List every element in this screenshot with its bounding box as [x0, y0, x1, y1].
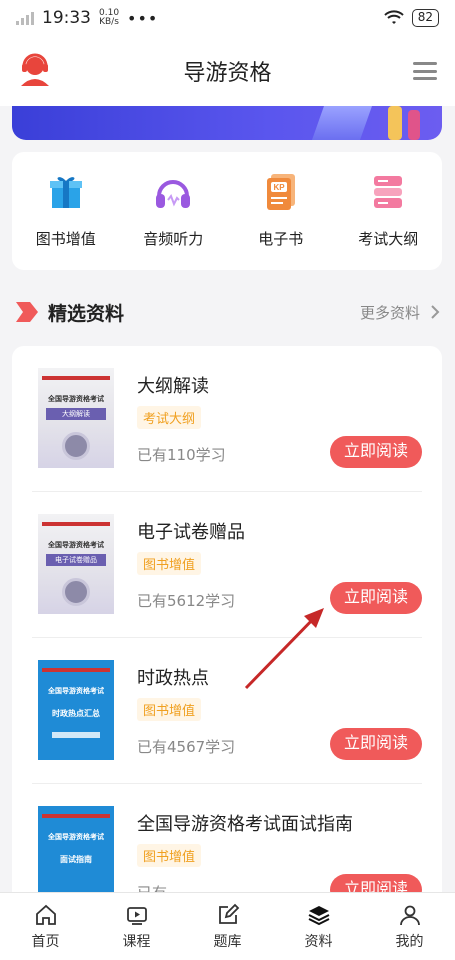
- materials-list: 全国导游资格考试 大纲解读 大纲解读 考试大纲 已有110学习 立即阅读 全国导…: [12, 346, 442, 906]
- tab-home[interactable]: 首页: [0, 893, 91, 960]
- section-title: 精选资料: [48, 302, 125, 325]
- status-bar: 19:33 0.10 KB/s ••• 82: [0, 0, 455, 36]
- banner-image[interactable]: [12, 106, 442, 140]
- item-title: 时政热点: [137, 668, 209, 689]
- read-now-button[interactable]: 立即阅读: [330, 728, 422, 760]
- item-title: 大纲解读: [137, 376, 209, 397]
- tab-profile[interactable]: 我的: [364, 893, 455, 960]
- category-grid: 图书增值 音频听力 KP 电子书 考试大纲: [12, 152, 442, 270]
- item-tag: 考试大纲: [137, 406, 202, 429]
- section-marker-icon: [16, 302, 38, 322]
- book-cover: 全国导游资格考试 大纲解读: [38, 368, 114, 468]
- item-tag: 图书增值: [137, 844, 202, 867]
- list-item[interactable]: 全国导游资格考试 面试指南 全国导游资格考试面试指南 图书增值 已有 立即阅读: [32, 784, 422, 906]
- learner-count: 已有5612学习: [137, 592, 236, 610]
- category-book-value[interactable]: 图书增值: [12, 152, 120, 270]
- item-title: 电子试卷赠品: [137, 522, 245, 543]
- read-now-button[interactable]: 立即阅读: [330, 582, 422, 614]
- headphones-icon: [156, 180, 191, 208]
- category-ebook[interactable]: KP 电子书: [227, 152, 335, 270]
- bottom-tab-bar: 首页 课程 题库 资料 我的: [0, 892, 455, 960]
- layers-icon: [308, 905, 329, 925]
- svg-text:KP: KP: [273, 183, 285, 192]
- item-tag: 图书增值: [137, 698, 202, 721]
- wifi-icon: [384, 10, 404, 24]
- section-header: 精选资料 更多资料: [16, 292, 440, 332]
- app-header: 导游资格: [0, 36, 455, 106]
- tab-courses[interactable]: 课程: [91, 893, 182, 960]
- learner-count: 已有4567学习: [137, 738, 236, 756]
- book-cover: 全国导游资格考试 面试指南: [38, 806, 114, 906]
- outline-icon: [374, 176, 403, 208]
- category-audio[interactable]: 音频听力: [120, 152, 228, 270]
- more-materials-link[interactable]: 更多资料: [360, 302, 440, 323]
- battery-indicator: 82: [411, 9, 439, 27]
- list-item[interactable]: 全国导游资格考试 大纲解读 大纲解读 考试大纲 已有110学习 立即阅读: [32, 346, 422, 492]
- customer-service-icon[interactable]: [18, 52, 52, 86]
- chevron-right-icon: [431, 305, 440, 319]
- ebook-icon: KP: [266, 174, 295, 210]
- network-speed: 0.10 KB/s: [99, 8, 120, 27]
- status-time: 19:33: [42, 8, 91, 28]
- learner-count: 已有110学习: [137, 446, 226, 464]
- more-dots: •••: [127, 8, 159, 28]
- user-icon: [399, 905, 420, 925]
- menu-icon[interactable]: [413, 62, 437, 80]
- page-title: 导游资格: [183, 61, 272, 86]
- signal-icon: [16, 11, 34, 25]
- list-item[interactable]: 全国导游资格考试 时政热点汇总 时政热点 图书增值 已有4567学习 立即阅读: [32, 638, 422, 784]
- item-tag: 图书增值: [137, 552, 202, 575]
- item-title: 全国导游资格考试面试指南: [137, 814, 353, 835]
- tab-materials[interactable]: 资料: [273, 893, 364, 960]
- home-icon: [35, 904, 56, 925]
- book-cover: 全国导游资格考试 电子试卷赠品: [38, 514, 114, 614]
- tab-question-bank[interactable]: 题库: [182, 893, 273, 960]
- edit-icon: [218, 903, 239, 924]
- list-item[interactable]: 全国导游资格考试 电子试卷赠品 电子试卷赠品 图书增值 已有5612学习 立即阅…: [32, 492, 422, 638]
- gift-box-icon: [49, 177, 82, 208]
- play-icon: [126, 906, 147, 925]
- category-outline[interactable]: 考试大纲: [335, 152, 443, 270]
- read-now-button[interactable]: 立即阅读: [330, 436, 422, 468]
- book-cover: 全国导游资格考试 时政热点汇总: [38, 660, 114, 760]
